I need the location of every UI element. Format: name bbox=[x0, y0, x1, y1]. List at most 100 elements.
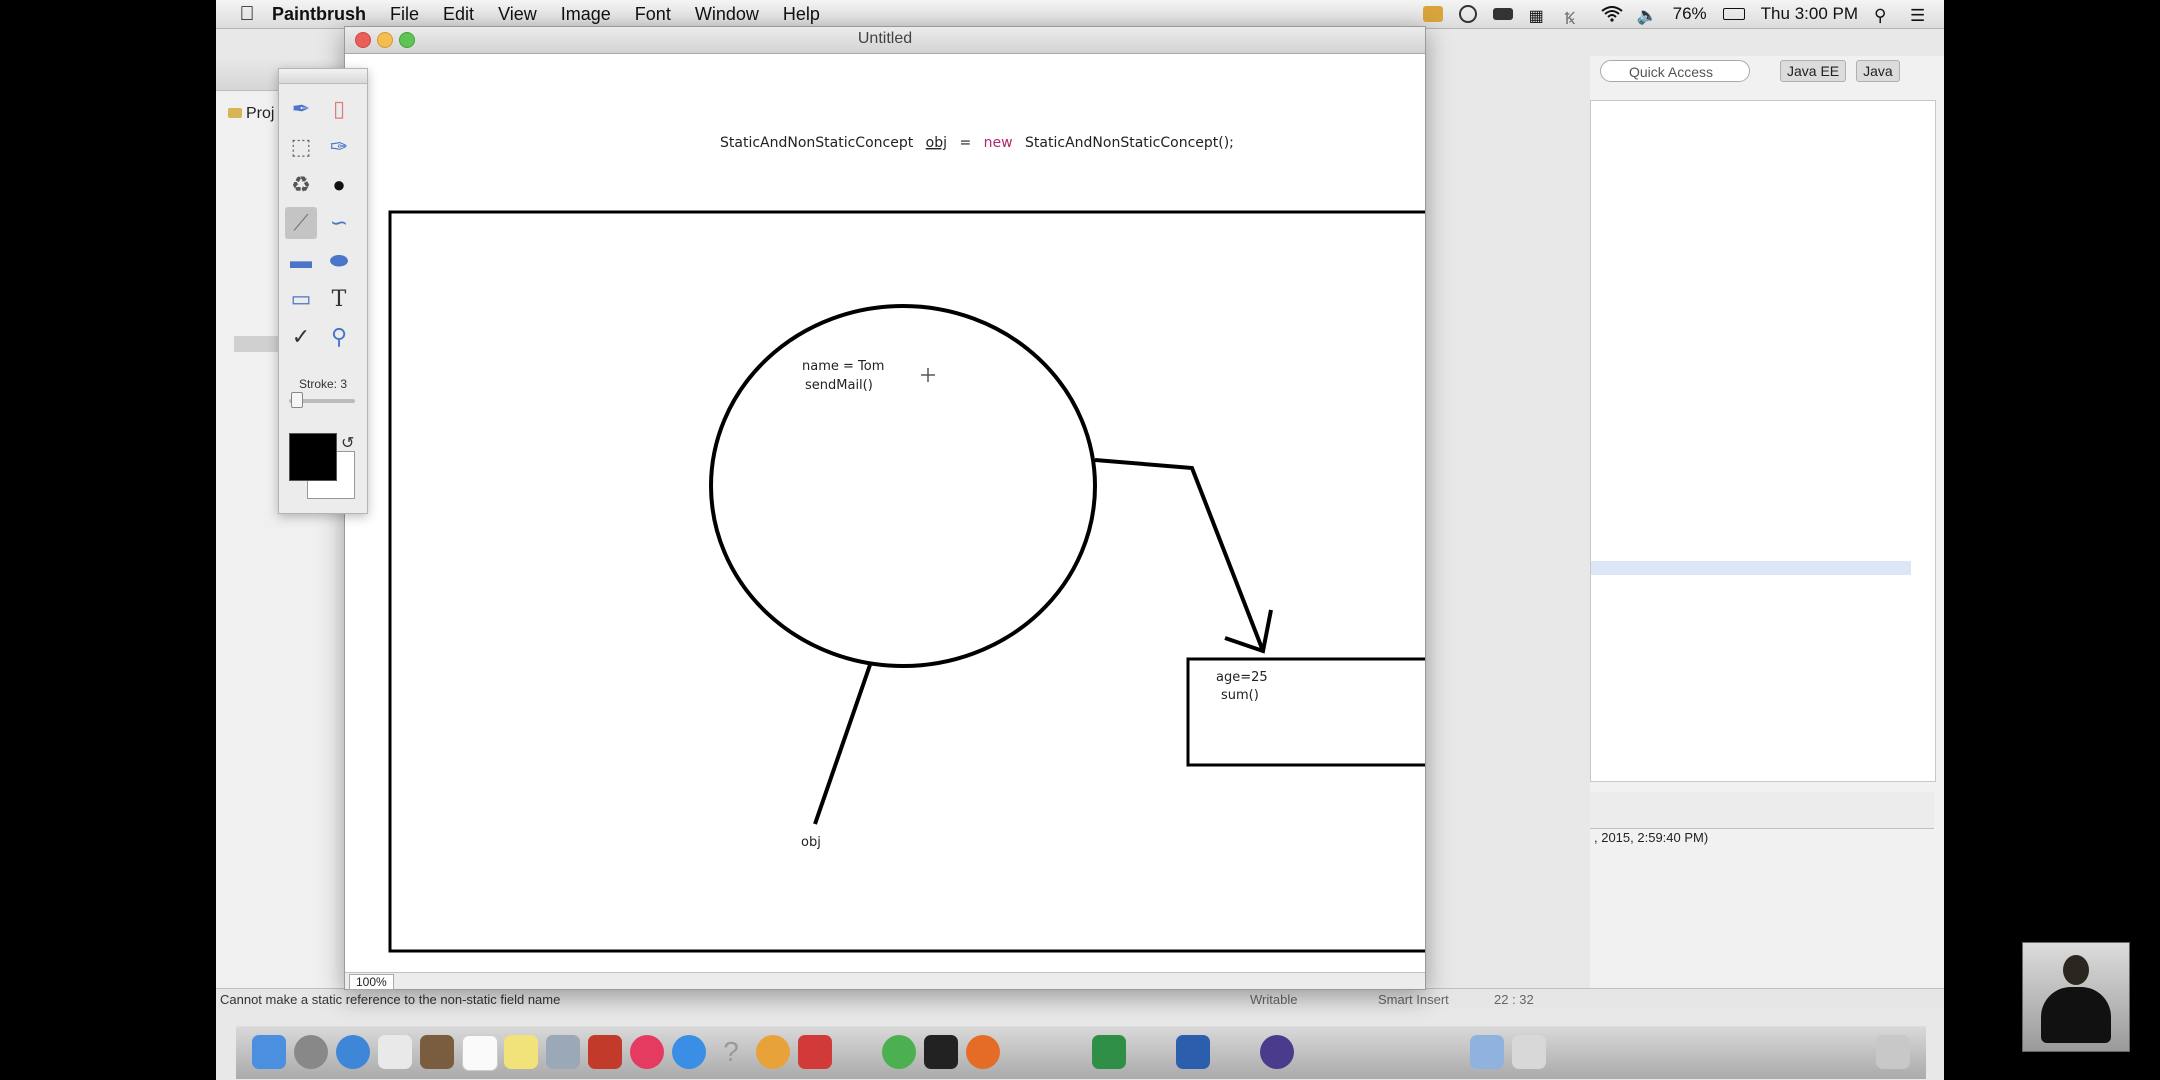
reference-line bbox=[813, 661, 873, 825]
fill-bucket-icon[interactable]: ♻ bbox=[285, 169, 317, 201]
magnifier-icon[interactable]: ⚲ bbox=[323, 321, 355, 353]
circle-field-text: name = Tom bbox=[802, 359, 884, 374]
status-cursor-position: 22 : 32 bbox=[1494, 992, 1534, 1007]
opera-icon[interactable] bbox=[756, 1035, 790, 1069]
menu-window[interactable]: Window bbox=[695, 4, 759, 25]
crosshair-cursor-icon bbox=[921, 368, 935, 382]
menu-bar:  Paintbrush File Edit View Image Font W… bbox=[216, 0, 1944, 29]
eraser-icon[interactable]: ▯ bbox=[323, 93, 355, 125]
unknown-app-icon[interactable]: ? bbox=[714, 1035, 748, 1069]
trash-icon[interactable] bbox=[1876, 1035, 1910, 1069]
eyedropper-icon[interactable]: ✓ bbox=[285, 321, 317, 353]
binoculars-icon[interactable]: ▦ bbox=[1529, 6, 1549, 25]
finder-icon[interactable] bbox=[252, 1035, 286, 1069]
time-machine-icon[interactable] bbox=[1458, 5, 1477, 23]
address-book-icon[interactable] bbox=[420, 1035, 454, 1069]
selection-icon[interactable]: ⬚ bbox=[285, 131, 317, 163]
code-class-type: StaticAndNonStaticConcept bbox=[720, 135, 914, 151]
drawing-svg: StaticAndNonStaticConcept obj = new Stat… bbox=[388, 135, 1569, 953]
quick-access-input[interactable]: Quick Access bbox=[1600, 60, 1750, 82]
volume-icon[interactable]: 🔈 bbox=[1637, 6, 1658, 25]
photo-booth-icon[interactable] bbox=[588, 1035, 622, 1069]
menu-help[interactable]: Help bbox=[783, 4, 820, 25]
arrow-line bbox=[1094, 458, 1265, 652]
excel-icon[interactable] bbox=[1092, 1035, 1126, 1069]
folder-icon bbox=[228, 108, 242, 118]
java-app-icon[interactable] bbox=[798, 1035, 832, 1069]
circle-method-text: sendMail() bbox=[805, 378, 873, 393]
frame-rectangle bbox=[388, 210, 1569, 953]
paintbrush-icon[interactable]: ✒ bbox=[285, 93, 317, 125]
wifi-icon[interactable] bbox=[1601, 6, 1623, 22]
code-var-name: obj bbox=[926, 135, 947, 151]
rectangle-icon[interactable]: ▬ bbox=[285, 245, 317, 277]
spotlight-icon[interactable]: ⚲ bbox=[1874, 6, 1894, 25]
app-status-icon[interactable] bbox=[1422, 6, 1443, 22]
itunes-icon[interactable] bbox=[630, 1035, 664, 1069]
downloads-stack-icon[interactable] bbox=[1512, 1035, 1546, 1069]
battery-icon[interactable] bbox=[1722, 8, 1745, 20]
bluetooth-icon[interactable]: Ꝅ bbox=[1565, 6, 1585, 28]
text-icon[interactable]: T bbox=[323, 283, 355, 315]
word-icon[interactable] bbox=[1176, 1035, 1210, 1069]
firefox-icon[interactable] bbox=[966, 1035, 1000, 1069]
menu-image[interactable]: Image bbox=[561, 4, 611, 25]
safari-icon[interactable] bbox=[336, 1035, 370, 1069]
line-icon[interactable]: ⟋ bbox=[285, 207, 317, 239]
apple-menu-icon[interactable]:  bbox=[236, 3, 258, 26]
eclipse-right-area: Quick Access Java EE Java , 2015, 2:59:4… bbox=[1590, 56, 1944, 996]
app-store-icon[interactable] bbox=[672, 1035, 706, 1069]
perspective-java-ee[interactable]: Java EE bbox=[1780, 60, 1847, 82]
console-toolbar bbox=[1590, 792, 1934, 829]
code-line: StaticAndNonStaticConcept obj = new Stat… bbox=[720, 135, 1234, 151]
code-equals: = bbox=[959, 135, 971, 151]
status-menus: ▦ Ꝅ 🔈 76% Thu 3:00 PM ⚲ ☰ bbox=[1422, 0, 1930, 28]
status-writable: Writable bbox=[1250, 992, 1298, 1007]
dock: ? bbox=[236, 1026, 1926, 1079]
preview-icon[interactable] bbox=[546, 1035, 580, 1069]
swap-colors-icon[interactable]: ↺ bbox=[341, 433, 354, 453]
app-menu[interactable]: Paintbrush bbox=[272, 4, 366, 25]
bomb-icon[interactable]: ● bbox=[323, 169, 355, 201]
window-title: Untitled bbox=[857, 30, 913, 47]
calendar-icon[interactable] bbox=[462, 1035, 498, 1071]
menu-view[interactable]: View bbox=[498, 4, 537, 25]
curve-icon[interactable]: ∽ bbox=[323, 207, 355, 239]
window-title-bar[interactable]: Untitled bbox=[345, 27, 1425, 54]
display-icon[interactable] bbox=[1492, 8, 1513, 20]
eclipse-status-bar: Cannot make a static reference to the no… bbox=[216, 988, 1944, 1009]
mission-control-icon[interactable] bbox=[378, 1035, 412, 1069]
launchpad-icon[interactable] bbox=[294, 1035, 328, 1069]
rounded-rect-icon[interactable]: ▭ bbox=[285, 283, 317, 315]
reference-label: obj bbox=[801, 835, 821, 850]
palette-title-bar[interactable] bbox=[279, 69, 367, 84]
object-circle bbox=[709, 304, 1097, 668]
lasso-icon[interactable]: ✑ bbox=[323, 131, 355, 163]
folder-stack-icon[interactable] bbox=[1470, 1035, 1504, 1069]
box-method-text: sum() bbox=[1221, 688, 1259, 703]
stroke-slider-knob[interactable] bbox=[291, 392, 303, 408]
chrome-icon[interactable] bbox=[882, 1035, 916, 1069]
menu-edit[interactable]: Edit bbox=[443, 4, 474, 25]
menu-font[interactable]: Font bbox=[635, 4, 671, 25]
status-error-message: Cannot make a static reference to the no… bbox=[220, 992, 561, 1007]
zoom-select[interactable]: 100% bbox=[349, 974, 394, 990]
outline-highlight bbox=[1591, 561, 1911, 575]
code-keyword-new: new bbox=[984, 135, 1013, 151]
list-icon[interactable]: ☰ bbox=[1910, 6, 1930, 25]
perspective-java[interactable]: Java bbox=[1856, 60, 1900, 82]
code-ctor-call: StaticAndNonStaticConcept(); bbox=[1025, 135, 1234, 151]
drawing-canvas[interactable]: StaticAndNonStaticConcept obj = new Stat… bbox=[345, 54, 1569, 989]
terminal-icon[interactable] bbox=[924, 1035, 958, 1069]
foreground-color-swatch[interactable] bbox=[289, 433, 337, 481]
clock[interactable]: Thu 3:00 PM bbox=[1761, 4, 1858, 24]
menu-file[interactable]: File bbox=[390, 4, 419, 25]
box-field-text: age=25 bbox=[1216, 670, 1268, 685]
eclipse-icon[interactable] bbox=[1260, 1035, 1294, 1069]
perspective-switcher: Java EE Java bbox=[1780, 60, 1900, 82]
console-output: , 2015, 2:59:40 PM) bbox=[1594, 830, 1709, 845]
notes-icon[interactable] bbox=[504, 1035, 538, 1069]
paintbrush-window: Untitled StaticAndNonStaticConcept obj =… bbox=[344, 26, 1569, 990]
ellipse-icon[interactable]: ⬬ bbox=[323, 245, 355, 277]
desktop:  Paintbrush File Edit View Image Font W… bbox=[216, 0, 1944, 1080]
